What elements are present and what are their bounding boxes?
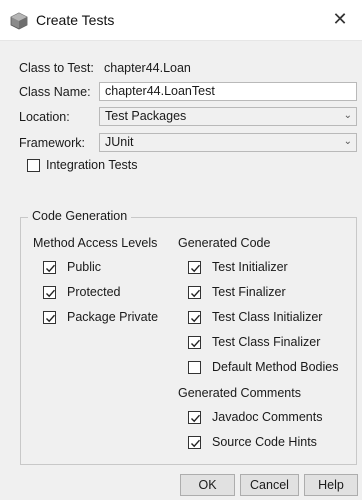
package-private-label: Package Private [67, 310, 159, 324]
default-method-bodies-label: Default Method Bodies [212, 360, 339, 374]
source-code-hints-label: Source Code Hints [212, 435, 317, 449]
window-title: Create Tests [36, 12, 115, 28]
location-value: Test Packages [105, 109, 187, 123]
chevron-down-icon: ⌄ [343, 136, 352, 147]
javadoc-comments-label: Javadoc Comments [212, 410, 323, 424]
check-icon [191, 289, 201, 298]
check-icon [191, 339, 201, 348]
method-access-heading: Method Access Levels [33, 236, 158, 250]
chevron-down-icon: ⌄ [343, 110, 352, 121]
ok-button[interactable]: OK [180, 474, 235, 496]
public-label: Public [67, 260, 102, 274]
check-icon [191, 314, 201, 323]
public-checkbox[interactable] [43, 261, 56, 274]
class-name-label: Class Name: [19, 85, 91, 99]
test-class-finalizer-checkbox[interactable] [188, 336, 201, 349]
cancel-button[interactable]: Cancel [240, 474, 299, 496]
package-private-checkbox[interactable] [43, 311, 56, 324]
test-finalizer-checkbox[interactable] [188, 286, 201, 299]
framework-label: Framework: [19, 136, 85, 150]
title-bar: Create Tests ✕ [0, 0, 362, 41]
check-icon [46, 289, 56, 298]
check-icon [191, 264, 201, 273]
check-icon [191, 439, 201, 448]
source-code-hints-checkbox[interactable] [188, 436, 201, 449]
integration-tests-checkbox[interactable] [27, 159, 40, 172]
default-method-bodies-checkbox[interactable] [188, 361, 201, 374]
framework-value: JUnit [105, 135, 134, 149]
test-initializer-label: Test Initializer [212, 260, 288, 274]
framework-select[interactable]: JUnit ⌄ [99, 133, 357, 152]
generated-code-heading: Generated Code [178, 236, 271, 250]
protected-label: Protected [67, 285, 121, 299]
test-class-initializer-checkbox[interactable] [188, 311, 201, 324]
cube-icon [10, 12, 28, 30]
test-class-initializer-label: Test Class Initializer [212, 310, 323, 324]
test-initializer-checkbox[interactable] [188, 261, 201, 274]
check-icon [46, 314, 56, 323]
javadoc-comments-checkbox[interactable] [188, 411, 201, 424]
code-generation-title: Code Generation [28, 209, 132, 223]
help-button[interactable]: Help [304, 474, 358, 496]
class-to-test-label: Class to Test: [19, 61, 94, 75]
class-name-input[interactable]: chapter44.LoanTest [99, 82, 357, 101]
class-to-test-value: chapter44.Loan [104, 61, 191, 75]
integration-tests-label: Integration Tests [46, 158, 138, 172]
test-class-finalizer-label: Test Class Finalizer [212, 335, 321, 349]
generated-comments-heading: Generated Comments [178, 386, 301, 400]
location-label: Location: [19, 110, 70, 124]
check-icon [46, 264, 56, 273]
test-finalizer-label: Test Finalizer [212, 285, 286, 299]
protected-checkbox[interactable] [43, 286, 56, 299]
close-icon[interactable]: ✕ [330, 9, 350, 29]
check-icon [191, 414, 201, 423]
location-select[interactable]: Test Packages ⌄ [99, 107, 357, 126]
